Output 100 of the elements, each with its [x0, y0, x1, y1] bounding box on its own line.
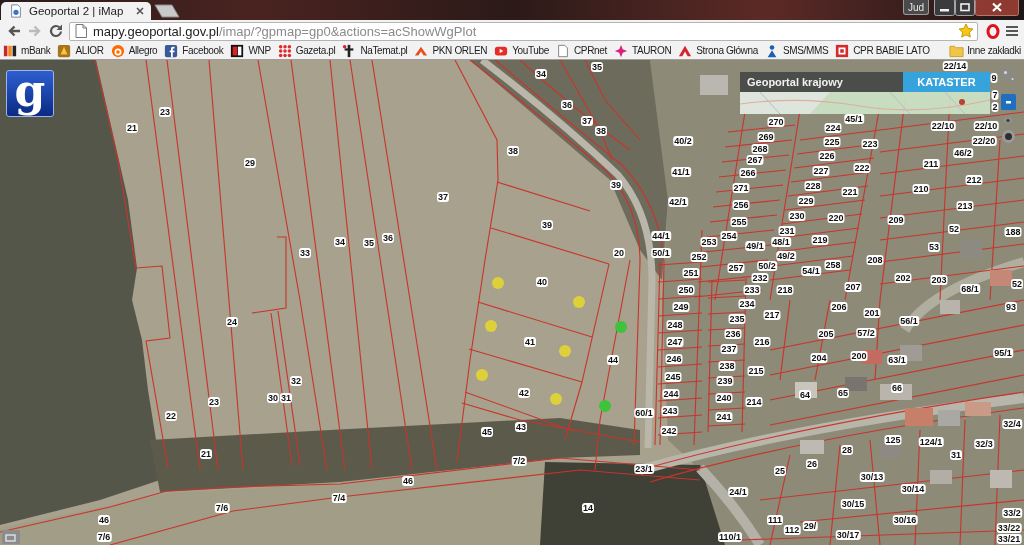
parcel-number: 49/1 [745, 241, 765, 251]
dots-icon [277, 43, 292, 58]
parcel-number: 253 [700, 237, 718, 247]
bookmark-folder[interactable]: Inne zakładki [949, 42, 1021, 59]
bookmark-link[interactable]: mBank [3, 42, 51, 59]
parcel-number: 32/4 [1002, 419, 1022, 429]
building [880, 384, 912, 400]
bookmark-link[interactable]: ALIOR [57, 42, 104, 59]
menu-icon[interactable] [1005, 24, 1019, 38]
bookmark-link[interactable]: YouTube [494, 42, 549, 59]
building [800, 440, 824, 454]
bookmark-link[interactable]: Allegro [110, 42, 158, 59]
close-icon[interactable] [136, 7, 144, 15]
bookmark-link[interactable]: NaTemat.pl [342, 42, 408, 59]
parcel-number: 57/2 [856, 328, 876, 338]
profile-button[interactable]: Jud [902, 0, 929, 15]
parcel-number: 23/1 [634, 464, 654, 474]
parcel-number: 201 [863, 308, 881, 318]
parcel-number: 64 [799, 390, 811, 400]
layer-tab[interactable]: Geoportal krajowy [740, 72, 903, 92]
ring-icon[interactable] [986, 23, 1000, 39]
parcel-number: 20 [613, 248, 625, 258]
parcel-number: 36 [382, 233, 394, 243]
parcel-number: 28 [841, 445, 853, 455]
parcel-number: 234 [738, 299, 756, 309]
building [960, 240, 982, 258]
maximize-icon[interactable] [955, 0, 975, 16]
parcel-number: 31 [280, 393, 292, 403]
browser-tab[interactable]: Geoportal 2 | iMap [1, 2, 151, 20]
bookmark-link[interactable]: CPRnet [556, 42, 607, 59]
parcel-number: 22/10 [973, 121, 999, 131]
minimize-icon[interactable] [934, 0, 955, 16]
parcel-number: 223 [861, 139, 879, 149]
parcel-number: 30/17 [835, 530, 861, 540]
parcel-number: 238 [718, 361, 736, 371]
parcel-number: 202 [894, 273, 912, 283]
parcel-number: 41 [524, 337, 536, 347]
bookmark-link[interactable]: WNP [230, 42, 271, 59]
parcel-number: 65 [837, 388, 849, 398]
parcel-number: 7 [991, 90, 999, 100]
parcel-number: 207 [844, 282, 862, 292]
bookmark-link[interactable]: Strona Główna [678, 42, 758, 59]
parcel-number: 46 [402, 476, 414, 486]
building [965, 402, 991, 416]
parcel-number: 251 [682, 268, 700, 278]
parcel-number: 95/1 [993, 348, 1013, 358]
parcel-number: 206 [830, 302, 848, 312]
reload-icon[interactable] [48, 23, 64, 39]
parcel-number: 237 [720, 344, 738, 354]
bookmark-link[interactable]: PKN ORLEN [414, 42, 488, 59]
eye-icon[interactable] [1003, 117, 1013, 124]
parcel-number: 33/21 [996, 534, 1022, 544]
close-icon[interactable] [975, 0, 1019, 16]
parcel-number: 230 [788, 211, 806, 221]
parcel-number: 232 [751, 273, 769, 283]
parcel-number: 14 [582, 503, 594, 513]
bookmark-link[interactable]: Facebook [164, 42, 224, 59]
parcel-number: 212 [965, 175, 983, 185]
parcel-number: 211 [922, 159, 940, 169]
parcel-number: 231 [778, 226, 796, 236]
disc-icon[interactable] [1001, 130, 1015, 143]
parcel-number: 257 [727, 263, 745, 273]
parcel-number: 209 [887, 215, 905, 225]
parcel-number: 252 [690, 252, 708, 262]
bookmark-link[interactable]: Gazeta.pl [277, 42, 336, 59]
parcel-number: 269 [757, 132, 775, 142]
parcel-number: 48/1 [771, 237, 791, 247]
page-icon [556, 43, 570, 58]
parcel-number: 225 [823, 137, 841, 147]
back-arrow-icon[interactable] [6, 23, 22, 39]
parcel-number: 241 [715, 412, 733, 422]
building [940, 300, 960, 314]
page-icon [9, 4, 23, 18]
parcel-number: 236 [724, 329, 742, 339]
parcel-number: 66 [891, 383, 903, 393]
parcel-number: 46 [98, 515, 110, 525]
address-field[interactable]: mapy.geoportal.gov.pl/imap/?gpmap=gp0&actions=acShowWgPlot [69, 21, 978, 41]
bookmark-link[interactable]: TAURON [613, 42, 672, 59]
parcel-number: 44 [607, 355, 619, 365]
parcel-number: 38 [595, 126, 607, 136]
parcel-number: 22/10 [930, 121, 956, 131]
sparkle-icon [613, 43, 628, 58]
flag-icon [230, 43, 245, 58]
parcel-number: 23 [159, 107, 171, 117]
parcel-number: 111 [767, 515, 783, 525]
parcel-number: 228 [804, 181, 822, 191]
bookmark-link[interactable]: SMS/MMS [764, 42, 829, 59]
parcel-number: 245 [664, 372, 682, 382]
map-logo: g [6, 70, 54, 117]
parcel-number: 54/1 [801, 266, 821, 276]
disc-icon [110, 43, 125, 58]
parcel-number: 205 [817, 329, 835, 339]
parcel-number: 32/3 [974, 439, 994, 449]
bookmark-link[interactable]: CPR BABIE LATO [835, 42, 930, 59]
new-tab-icon[interactable] [154, 4, 180, 18]
parcel-number: 39 [541, 220, 553, 230]
parcel-number: 22 [165, 411, 177, 421]
badge-icon [57, 43, 72, 58]
star-icon[interactable] [958, 23, 974, 39]
parcel-number: 53 [928, 242, 940, 252]
